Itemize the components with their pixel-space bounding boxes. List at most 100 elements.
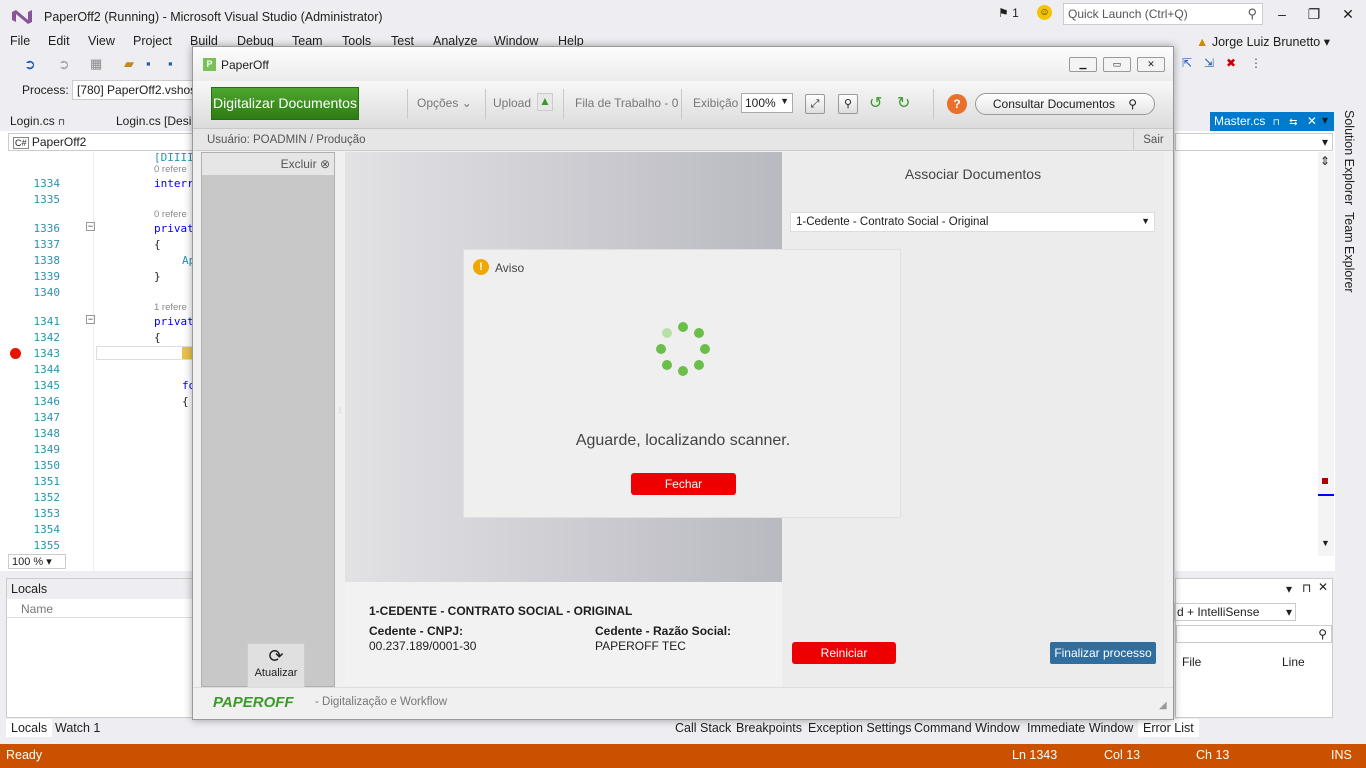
paperoff-close-button[interactable]: ✕ xyxy=(1137,57,1165,72)
close-tab-icon[interactable]: ✕ xyxy=(1307,114,1317,128)
codelens-reference[interactable]: 0 refere xyxy=(154,164,187,175)
quick-launch-input[interactable]: Quick Launch (Ctrl+Q) ⚲ xyxy=(1063,3,1263,25)
tab-immediate-window[interactable]: Immediate Window xyxy=(1022,719,1138,737)
menu-view[interactable]: View xyxy=(88,34,115,48)
tab-team-explorer[interactable]: Team Explorer xyxy=(1342,212,1356,293)
forward-icon[interactable]: ➲ xyxy=(58,56,70,73)
close-icon[interactable]: ✕ xyxy=(1318,580,1328,594)
breakpoint-icon[interactable] xyxy=(10,348,21,359)
code-line[interactable]: [DIIII xyxy=(154,151,194,164)
zoom-select[interactable]: 100 % ▾ xyxy=(8,554,66,569)
signed-in-user[interactable]: ▲ Jorge Luiz Brunetto ▾ xyxy=(1196,34,1330,49)
finalizar-processo-button[interactable]: Finalizar processo xyxy=(1050,642,1156,664)
class-navigation-dropdown[interactable]: C# PaperOff2 xyxy=(8,133,193,151)
csharp-icon: C# xyxy=(13,137,29,149)
dock-icon[interactable]: ⇆ xyxy=(1289,117,1297,128)
bookmark-next-icon[interactable]: ⇲ xyxy=(1204,56,1214,70)
fit-to-window-icon[interactable]: ⤢ xyxy=(805,94,825,114)
upload-arrow-icon[interactable]: ▲ xyxy=(537,93,553,111)
tab-command-window[interactable]: Command Window xyxy=(909,719,1025,737)
tab-master-cs[interactable]: Master.cs ⊓ ⇆ ✕ xyxy=(1210,112,1334,131)
code-line[interactable]: } xyxy=(154,270,161,283)
visual-studio-logo-icon xyxy=(12,10,32,24)
code-line[interactable]: { xyxy=(154,238,161,251)
locals-name-column[interactable]: Name xyxy=(7,600,194,618)
digitalizar-documentos-button[interactable]: Digitalizar Documentos xyxy=(211,87,359,120)
open-file-icon[interactable]: ▰ xyxy=(124,56,134,72)
save-icon[interactable]: ▪ xyxy=(146,56,151,71)
error-filter-select[interactable]: d + IntelliSense ▾ xyxy=(1174,603,1296,621)
upload-label[interactable]: Upload xyxy=(493,96,531,110)
code-line[interactable]: privat xyxy=(154,315,194,328)
rotate-right-icon[interactable]: ↻ xyxy=(897,93,910,113)
line-number: 1346 xyxy=(33,395,61,408)
restore-button[interactable]: ❐ xyxy=(1300,4,1328,24)
tab-login-designer[interactable]: Login.cs [Desi xyxy=(106,112,201,131)
tab-solution-explorer[interactable]: Solution Explorer xyxy=(1342,110,1356,205)
codelens-reference[interactable]: 0 refere xyxy=(154,209,187,220)
col-file[interactable]: File xyxy=(1182,655,1201,669)
process-select[interactable]: [780] PaperOff2.vshos xyxy=(72,80,194,100)
tab-breakpoints[interactable]: Breakpoints xyxy=(731,719,807,737)
window-title: PaperOff2 (Running) - Microsoft Visual S… xyxy=(44,10,383,24)
tab-exception-settings[interactable]: Exception Settings xyxy=(803,719,917,737)
zoom-magnifier-icon[interactable]: ⚲ xyxy=(838,94,858,114)
collapse-icon[interactable]: − xyxy=(86,222,95,231)
rotate-left-icon[interactable]: ↺ xyxy=(869,93,882,113)
code-line[interactable]: { xyxy=(154,331,161,344)
document-type-select[interactable]: 1-Cedente - Contrato Social - Original ▼ xyxy=(790,212,1155,232)
new-project-icon[interactable]: ▦ xyxy=(90,56,102,72)
code-line[interactable]: privat xyxy=(154,222,194,235)
notification-flag-icon[interactable]: ⚑ 1 xyxy=(998,6,1019,20)
code-line[interactable]: { xyxy=(182,395,189,408)
member-navigation-dropdown[interactable]: ▾ xyxy=(1175,133,1333,151)
consultar-documentos-button[interactable]: Consultar Documentos ⚲ xyxy=(975,93,1155,115)
fila-de-trabalho[interactable]: Fila de Trabalho - 0 xyxy=(575,96,678,110)
split-icon[interactable]: ⇕ xyxy=(1320,154,1330,168)
separator xyxy=(407,89,408,119)
close-button[interactable]: ✕ xyxy=(1334,4,1362,24)
bookmark-icon[interactable]: ⇱ xyxy=(1182,56,1192,70)
zoom-level-select[interactable]: 100% ▼ xyxy=(741,93,793,113)
tab-error-list[interactable]: Error List xyxy=(1138,719,1199,737)
tab-login-cs[interactable]: Login.cs ⊓ xyxy=(0,112,75,131)
save-all-icon[interactable]: ▪ xyxy=(168,56,173,71)
scroll-down-icon[interactable]: ▼ xyxy=(1321,538,1330,548)
menu-edit[interactable]: Edit xyxy=(48,34,70,48)
resize-grip-icon[interactable]: ◢ xyxy=(1159,700,1167,711)
tab-login-cs-label: Login.cs xyxy=(10,114,55,128)
chevron-down-icon[interactable]: ▾ xyxy=(1286,582,1292,596)
error-search-input[interactable]: ⚲ xyxy=(1176,625,1332,643)
search-icon: ⚲ xyxy=(1128,97,1138,111)
collapse-icon[interactable]: − xyxy=(86,315,95,324)
opcoes-menu[interactable]: Opções ⌄ xyxy=(417,96,472,110)
pin-icon[interactable]: ⊓ xyxy=(1273,117,1280,127)
help-icon[interactable]: ? xyxy=(947,94,967,114)
paperoff-minimize-button[interactable]: ▁ xyxy=(1069,57,1097,72)
code-editor-right[interactable] xyxy=(1175,131,1335,571)
feedback-smiley-icon[interactable]: ☺ xyxy=(1037,5,1052,20)
paperoff-maximize-button[interactable]: ▭ xyxy=(1103,57,1131,72)
vertical-scrollbar[interactable]: ⇕ ▼ xyxy=(1318,152,1334,556)
col-line[interactable]: Line xyxy=(1282,655,1305,669)
tab-overflow-icon[interactable]: ▾ xyxy=(1322,113,1328,127)
atualizar-button[interactable]: ⟳ Atualizar xyxy=(247,643,305,689)
splitter-handle[interactable]: ⋮ xyxy=(337,407,343,431)
tab-call-stack[interactable]: Call Stack xyxy=(670,719,736,737)
sair-button[interactable]: Sair xyxy=(1133,129,1173,151)
pin-icon[interactable]: ⊓ xyxy=(1302,581,1311,595)
codelens-reference[interactable]: 1 refere xyxy=(154,302,187,313)
tab-watch1[interactable]: Watch 1 xyxy=(50,719,105,737)
code-line[interactable]: interr xyxy=(154,177,194,190)
fechar-button[interactable]: Fechar xyxy=(631,473,736,495)
menu-project[interactable]: Project xyxy=(133,34,172,48)
tab-locals[interactable]: Locals xyxy=(6,719,53,737)
bookmark-clear-icon[interactable]: ✖ xyxy=(1226,56,1236,70)
reiniciar-button[interactable]: Reiniciar xyxy=(792,642,896,664)
menu-file[interactable]: File xyxy=(10,34,30,48)
pin-icon[interactable]: ⊓ xyxy=(58,117,65,127)
toolbar-options-icon[interactable]: ⋮ xyxy=(1250,56,1262,70)
excluir-button[interactable]: Excluir ⊗ xyxy=(202,153,334,175)
minimize-button[interactable]: – xyxy=(1268,4,1296,24)
back-icon[interactable]: ➲ xyxy=(24,56,36,73)
